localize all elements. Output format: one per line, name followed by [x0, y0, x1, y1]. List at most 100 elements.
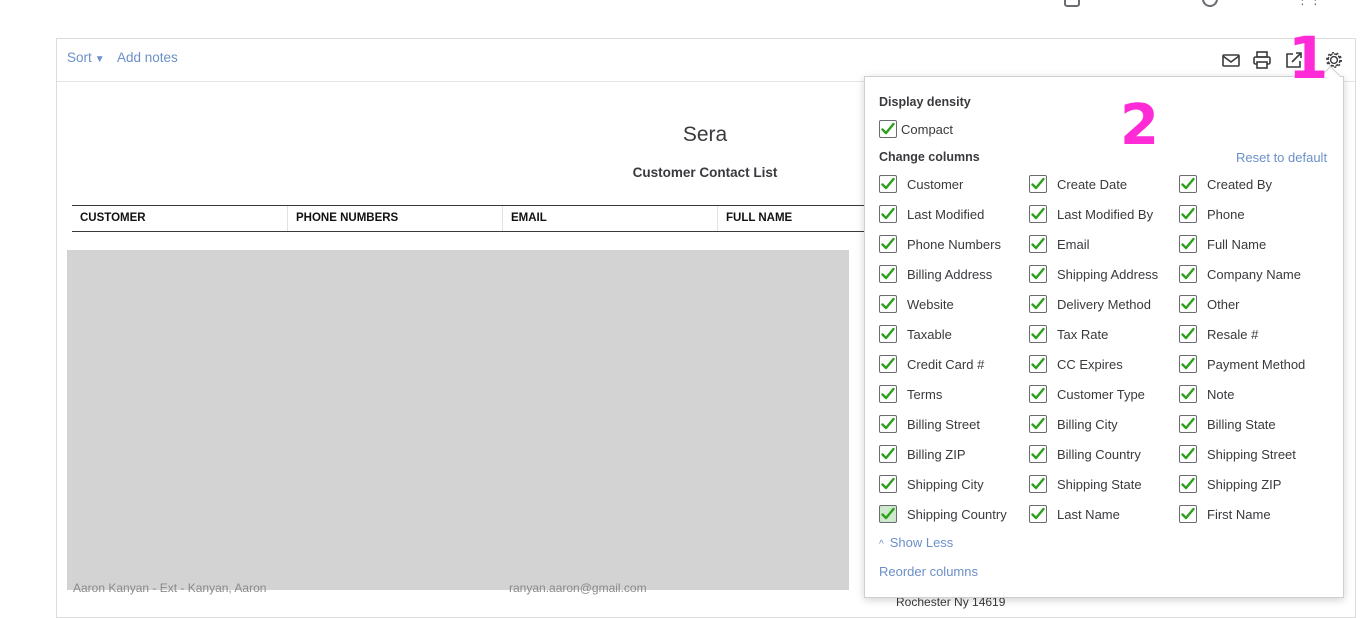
checkbox-box[interactable]	[879, 505, 897, 523]
checkbox-box[interactable]	[1179, 415, 1197, 433]
checkbox-box[interactable]	[1179, 445, 1197, 463]
column-option-label: Billing Street	[907, 416, 980, 432]
checkbox-box[interactable]	[1029, 415, 1047, 433]
compact-checkbox[interactable]: Compact	[879, 119, 953, 139]
column-option-shipping-zip[interactable]: Shipping ZIP	[1179, 474, 1281, 494]
column-option-shipping-street[interactable]: Shipping Street	[1179, 444, 1296, 464]
checkbox-box[interactable]	[879, 235, 897, 253]
column-option-billing-state[interactable]: Billing State	[1179, 414, 1276, 434]
column-option-label: Delivery Method	[1057, 296, 1151, 312]
column-option-first-name[interactable]: First Name	[1179, 504, 1271, 524]
checkbox-box[interactable]	[879, 175, 897, 193]
checkbox-box[interactable]	[879, 415, 897, 433]
print-icon[interactable]	[1251, 49, 1273, 71]
column-option-phone-numbers[interactable]: Phone Numbers	[879, 234, 1001, 254]
checkbox-box[interactable]	[1029, 325, 1047, 343]
checkbox-box[interactable]	[1029, 175, 1047, 193]
checkbox-box[interactable]	[879, 295, 897, 313]
checkbox-box[interactable]	[879, 475, 897, 493]
column-option-customer[interactable]: Customer	[879, 174, 963, 194]
column-header-customer[interactable]: CUSTOMER	[72, 206, 287, 231]
checkbox-box[interactable]	[879, 265, 897, 283]
column-option-label: Billing ZIP	[907, 446, 966, 462]
column-option-phone[interactable]: Phone	[1179, 204, 1245, 224]
column-option-taxable[interactable]: Taxable	[879, 324, 952, 344]
checkbox-box[interactable]	[1179, 235, 1197, 253]
checkbox-box[interactable]	[879, 120, 897, 138]
caret-down-icon: ▼	[94, 54, 105, 65]
compact-label: Compact	[901, 121, 954, 137]
column-option-billing-zip[interactable]: Billing ZIP	[879, 444, 966, 464]
column-option-label: Billing Address	[907, 266, 993, 282]
checkbox-box[interactable]	[879, 205, 897, 223]
column-option-last-modified[interactable]: Last Modified	[879, 204, 984, 224]
column-header-email[interactable]: EMAIL	[502, 206, 717, 231]
column-option-billing-country[interactable]: Billing Country	[1029, 444, 1141, 464]
column-header-full-name[interactable]: FULL NAME	[717, 206, 872, 231]
checkbox-box[interactable]	[1179, 355, 1197, 373]
reset-to-default-link[interactable]: Reset to default	[1236, 150, 1327, 165]
column-option-shipping-address[interactable]: Shipping Address	[1029, 264, 1158, 284]
checkbox-box[interactable]	[1029, 505, 1047, 523]
column-option-terms[interactable]: Terms	[879, 384, 942, 404]
column-option-email[interactable]: Email	[1029, 234, 1090, 254]
checkbox-box[interactable]	[879, 385, 897, 403]
checkbox-box[interactable]	[879, 445, 897, 463]
checkbox-box[interactable]	[1029, 235, 1047, 253]
checkbox-box[interactable]	[1179, 205, 1197, 223]
checkbox-box[interactable]	[1029, 445, 1047, 463]
column-option-last-modified-by[interactable]: Last Modified By	[1029, 204, 1153, 224]
column-option-credit-card[interactable]: Credit Card #	[879, 354, 984, 374]
show-less-link[interactable]: ^ Show Less	[879, 535, 953, 550]
column-option-shipping-city[interactable]: Shipping City	[879, 474, 984, 494]
apps-grid-icon[interactable]: ⋮⋮	[1296, 0, 1322, 8]
column-option-label: Website	[907, 296, 954, 312]
column-option-billing-address[interactable]: Billing Address	[879, 264, 992, 284]
column-option-label: Payment Method	[1207, 356, 1306, 372]
email-icon[interactable]	[1220, 49, 1242, 71]
column-option-website[interactable]: Website	[879, 294, 954, 314]
checkbox-box[interactable]	[1179, 475, 1197, 493]
column-option-company-name[interactable]: Company Name	[1179, 264, 1301, 284]
column-option-create-date[interactable]: Create Date	[1029, 174, 1127, 194]
checkbox-box[interactable]	[1179, 295, 1197, 313]
help-icon[interactable]	[1202, 0, 1218, 7]
column-option-resale[interactable]: Resale #	[1179, 324, 1258, 344]
checkbox-box[interactable]	[1179, 325, 1197, 343]
column-option-cc-expires[interactable]: CC Expires	[1029, 354, 1123, 374]
sort-dropdown[interactable]: Sort ▼	[67, 50, 105, 65]
checkbox-box[interactable]	[1029, 205, 1047, 223]
column-option-label: Customer Type	[1057, 386, 1145, 402]
briefcase-icon[interactable]	[1064, 0, 1080, 7]
column-option-label: Other	[1207, 296, 1240, 312]
checkbox-box[interactable]	[1029, 385, 1047, 403]
checkbox-box[interactable]	[1029, 265, 1047, 283]
column-option-billing-street[interactable]: Billing Street	[879, 414, 980, 434]
checkbox-box[interactable]	[1029, 355, 1047, 373]
column-option-created-by[interactable]: Created By	[1179, 174, 1272, 194]
column-option-label: Shipping Country	[907, 506, 1007, 522]
column-option-other[interactable]: Other	[1179, 294, 1240, 314]
sort-label: Sort	[67, 50, 92, 65]
checkbox-box[interactable]	[1179, 175, 1197, 193]
column-option-tax-rate[interactable]: Tax Rate	[1029, 324, 1108, 344]
checkbox-box[interactable]	[879, 355, 897, 373]
column-option-delivery-method[interactable]: Delivery Method	[1029, 294, 1151, 314]
column-option-last-name[interactable]: Last Name	[1029, 504, 1120, 524]
checkbox-box[interactable]	[1179, 265, 1197, 283]
checkbox-box[interactable]	[1029, 475, 1047, 493]
column-option-payment-method[interactable]: Payment Method	[1179, 354, 1305, 374]
column-option-full-name[interactable]: Full Name	[1179, 234, 1266, 254]
checkbox-box[interactable]	[879, 325, 897, 343]
checkbox-box[interactable]	[1029, 295, 1047, 313]
column-option-note[interactable]: Note	[1179, 384, 1234, 404]
column-option-shipping-state[interactable]: Shipping State	[1029, 474, 1142, 494]
column-header-phone-numbers[interactable]: PHONE NUMBERS	[287, 206, 502, 231]
reorder-columns-link[interactable]: Reorder columns	[879, 564, 978, 579]
column-option-billing-city[interactable]: Billing City	[1029, 414, 1118, 434]
checkbox-box[interactable]	[1179, 385, 1197, 403]
checkbox-box[interactable]	[1179, 505, 1197, 523]
column-option-customer-type[interactable]: Customer Type	[1029, 384, 1145, 404]
column-option-shipping-country[interactable]: Shipping Country	[879, 504, 1007, 524]
add-notes-link[interactable]: Add notes	[117, 50, 178, 65]
